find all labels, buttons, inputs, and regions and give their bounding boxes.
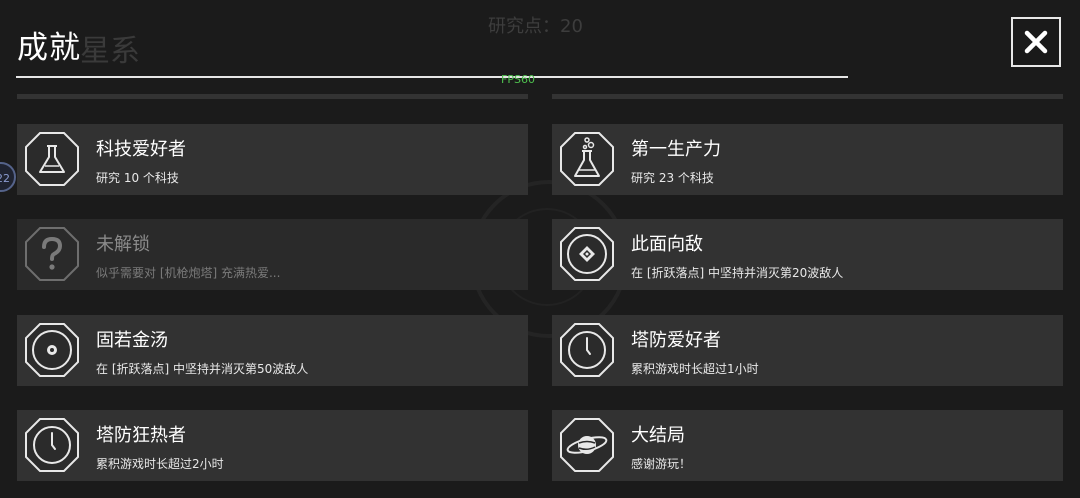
achievement-name: 此面向敌 xyxy=(631,234,703,255)
achievement-badge xyxy=(560,132,614,186)
achievement-badge xyxy=(25,418,79,472)
achievement-card[interactable]: 塔防爱好者 累积游戏时长超过1小时 xyxy=(552,315,1063,386)
background-research-points: 研究点：20 xyxy=(488,16,583,37)
close-button[interactable] xyxy=(1011,17,1061,67)
background-title: 星系 xyxy=(80,34,140,69)
list-item-partial xyxy=(17,94,528,99)
flask-icon xyxy=(25,132,79,186)
achievement-name: 塔防狂热者 xyxy=(96,425,186,446)
achievement-card[interactable]: 固若金汤 在 [折跃落点] 中坚持并消灭第50波敌人 xyxy=(17,315,528,386)
achievement-desc: 在 [折跃落点] 中坚持并消灭第50波敌人 xyxy=(96,362,309,376)
achievement-name: 塔防爱好者 xyxy=(631,330,721,351)
achievement-desc: 似乎需要对 [机枪炮塔] 充满热爱... xyxy=(96,266,281,280)
achievement-card[interactable]: 第一生产力 研究 23 个科技 xyxy=(552,124,1063,195)
achievement-name: 第一生产力 xyxy=(631,139,721,160)
achievement-card[interactable]: 此面向敌 在 [折跃落点] 中坚持并消灭第20波敌人 xyxy=(552,219,1063,290)
achievement-badge xyxy=(25,323,79,377)
achievement-desc: 在 [折跃落点] 中坚持并消灭第20波敌人 xyxy=(631,266,844,280)
fps-counter: FPS60 xyxy=(501,73,535,86)
achievement-badge xyxy=(25,227,79,281)
achievement-badge xyxy=(560,323,614,377)
background-side-button[interactable]: 22 xyxy=(0,162,16,192)
clock-icon xyxy=(560,323,614,377)
question-icon xyxy=(25,227,79,281)
achievement-badge xyxy=(560,227,614,281)
achievement-desc: 累积游戏时长超过2小时 xyxy=(96,457,224,471)
achievement-name: 固若金汤 xyxy=(96,330,168,351)
achievement-card[interactable]: 大结局 感谢游玩！ xyxy=(552,410,1063,481)
title-underline xyxy=(16,76,848,78)
page-title: 成就 xyxy=(17,30,81,66)
achievement-desc: 研究 10 个科技 xyxy=(96,171,179,185)
achievement-badge xyxy=(560,418,614,472)
achievement-card[interactable]: 科技爱好者 研究 10 个科技 xyxy=(17,124,528,195)
planet-icon xyxy=(560,418,614,472)
achievement-card-locked[interactable]: 未解锁 似乎需要对 [机枪炮塔] 充满热爱... xyxy=(17,219,528,290)
achievement-badge xyxy=(25,132,79,186)
close-icon xyxy=(1024,30,1048,54)
achievement-desc: 研究 23 个科技 xyxy=(631,171,714,185)
target-diamond-icon xyxy=(560,227,614,281)
core-target-icon xyxy=(25,323,79,377)
achievement-name: 大结局 xyxy=(631,425,685,446)
bubbling-flask-icon xyxy=(560,132,614,186)
achievement-name: 科技爱好者 xyxy=(96,139,186,160)
achievement-desc: 累积游戏时长超过1小时 xyxy=(631,362,759,376)
achievement-name: 未解锁 xyxy=(96,234,150,255)
clock-icon xyxy=(25,418,79,472)
achievement-desc: 感谢游玩！ xyxy=(631,457,692,471)
achievement-card[interactable]: 塔防狂热者 累积游戏时长超过2小时 xyxy=(17,410,528,481)
list-item-partial xyxy=(552,94,1063,99)
